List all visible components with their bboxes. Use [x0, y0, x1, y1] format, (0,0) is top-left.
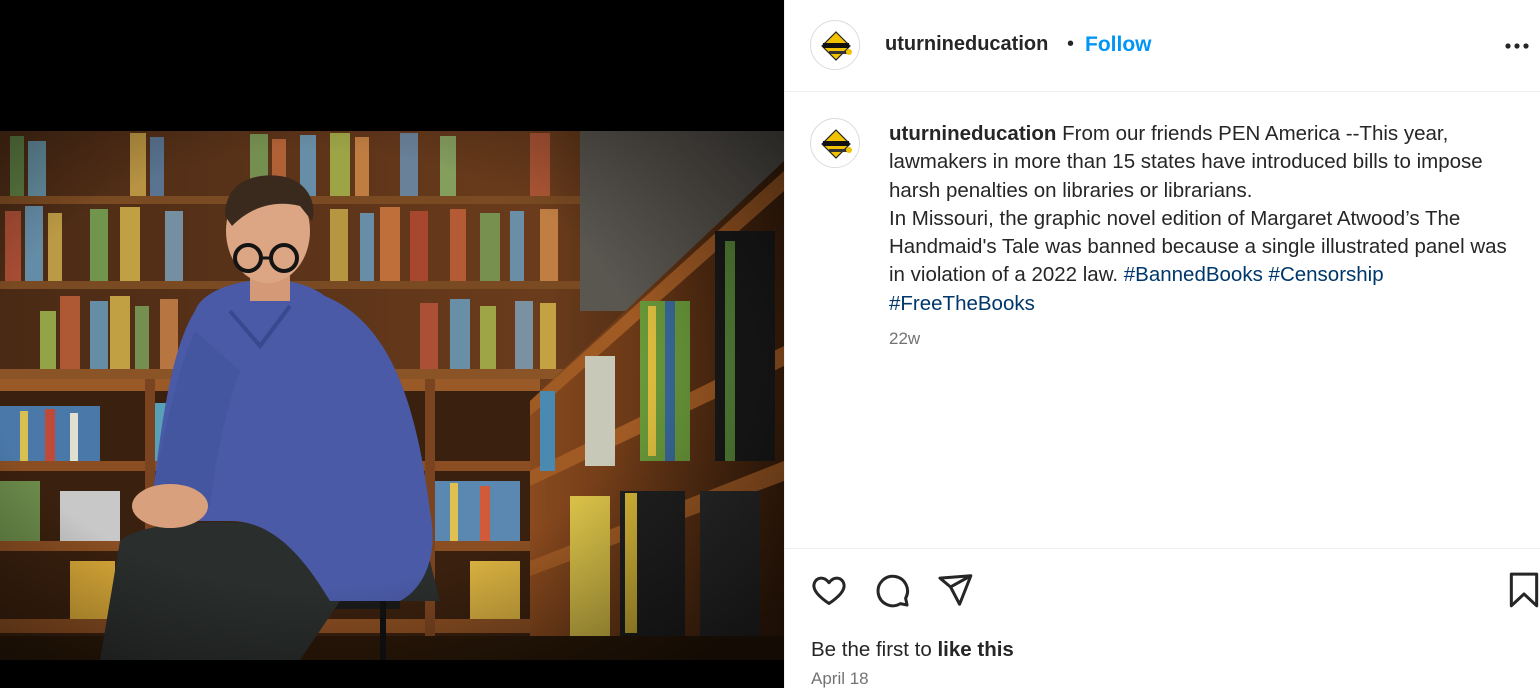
- like-this-link[interactable]: like this: [937, 638, 1013, 661]
- follow-button[interactable]: Follow: [1085, 33, 1152, 57]
- profile-avatar[interactable]: [810, 20, 860, 70]
- bookmark-icon[interactable]: [1507, 571, 1540, 614]
- more-options-icon[interactable]: [1501, 30, 1533, 60]
- caption-timestamp[interactable]: 22w: [889, 329, 920, 349]
- post-media[interactable]: [0, 0, 784, 688]
- post-author-username[interactable]: uturnineducation: [885, 33, 1048, 56]
- caption-avatar[interactable]: [810, 118, 860, 168]
- post-header: uturnineducation • Follow: [785, 0, 1540, 92]
- hashtag-bannedbooks[interactable]: #BannedBooks: [1124, 263, 1263, 286]
- uturn-logo-icon: [812, 22, 859, 69]
- likes-summary: Be the first to like this: [811, 638, 1014, 662]
- library-photo: [0, 131, 784, 660]
- heart-icon[interactable]: [810, 571, 848, 614]
- uturn-logo-icon: [812, 120, 859, 167]
- comment-icon[interactable]: [873, 571, 911, 614]
- likes-prefix: Be the first to: [811, 638, 938, 661]
- post-date[interactable]: April 18: [811, 669, 869, 688]
- post-sidebar: uturnineducation • Follow uturnineducati…: [784, 0, 1540, 688]
- post-photo[interactable]: [0, 131, 784, 660]
- separator-dot: •: [1067, 33, 1075, 55]
- action-bar: Be the first to like this April 18: [785, 548, 1540, 688]
- post-caption: uturnineducation From our friends PEN Am…: [889, 120, 1519, 318]
- hashtag-freethebooks[interactable]: #FreeTheBooks: [889, 292, 1035, 315]
- caption-username[interactable]: uturnineducation: [889, 122, 1056, 145]
- caption-section: uturnineducation From our friends PEN Am…: [785, 93, 1540, 548]
- hashtag-censorship[interactable]: #Censorship: [1269, 263, 1384, 286]
- share-icon[interactable]: [936, 571, 974, 614]
